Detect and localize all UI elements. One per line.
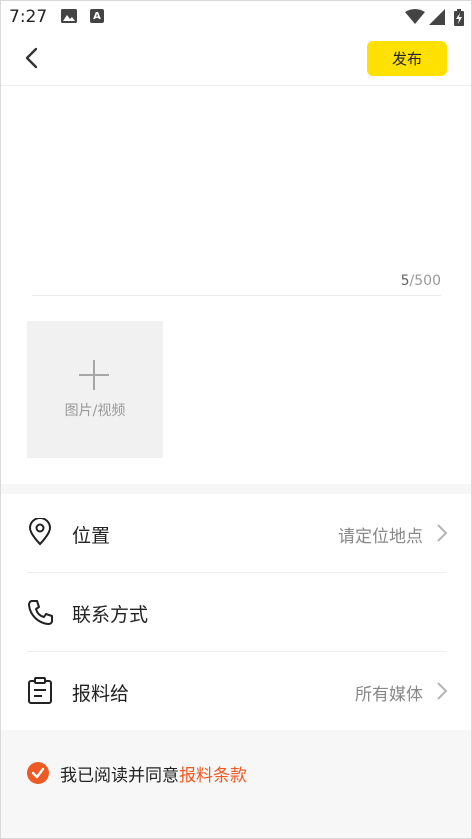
location-label: 位置 xyxy=(72,525,111,547)
clipboard-icon xyxy=(28,677,52,704)
back-arrow-icon[interactable] xyxy=(21,46,45,70)
battery-icon xyxy=(454,9,464,26)
plus-icon xyxy=(79,360,109,390)
section-separator xyxy=(1,484,471,494)
content-input[interactable] xyxy=(32,93,445,267)
a-badge-icon: A xyxy=(90,9,104,23)
app-frame: 7:27 A 发布 5/500 图片/视频 位置 请定位地点 联系方式 报料给 … xyxy=(0,0,472,839)
char-counter: 5/500 xyxy=(401,273,441,289)
chevron-right-icon xyxy=(437,682,448,700)
location-row[interactable]: 位置 请定位地点 xyxy=(1,494,471,572)
chevron-right-icon xyxy=(437,524,448,542)
status-time: 7:27 xyxy=(9,7,48,27)
report-to-value: 所有媒体 xyxy=(355,685,423,705)
agreement-section: 我已阅读并同意报料条款 xyxy=(1,730,471,838)
status-bar: 7:27 A xyxy=(1,1,471,33)
agreement-prefix: 我已阅读并同意 xyxy=(60,766,179,786)
report-to-row[interactable]: 报料给 所有媒体 xyxy=(1,652,471,730)
terms-link[interactable]: 报料条款 xyxy=(179,766,247,786)
contact-label: 联系方式 xyxy=(72,604,149,626)
top-bar: 发布 xyxy=(1,33,471,86)
signal-icon xyxy=(429,9,445,25)
char-count-max: /500 xyxy=(409,273,441,289)
image-icon xyxy=(61,9,77,23)
report-to-label: 报料给 xyxy=(72,683,130,705)
location-pin-icon xyxy=(28,518,52,546)
checked-circle-icon[interactable] xyxy=(27,762,49,784)
add-media-button[interactable]: 图片/视频 xyxy=(27,321,163,458)
publish-button[interactable]: 发布 xyxy=(367,41,447,76)
agreement-text: 我已阅读并同意报料条款 xyxy=(60,761,247,786)
char-count-current: 5 xyxy=(400,273,410,289)
location-value: 请定位地点 xyxy=(338,527,423,547)
content-editor: 5/500 xyxy=(32,93,445,296)
contact-row[interactable]: 联系方式 xyxy=(1,573,471,651)
wifi-icon xyxy=(405,9,425,24)
add-media-label: 图片/视频 xyxy=(64,403,126,419)
phone-icon xyxy=(28,600,53,625)
